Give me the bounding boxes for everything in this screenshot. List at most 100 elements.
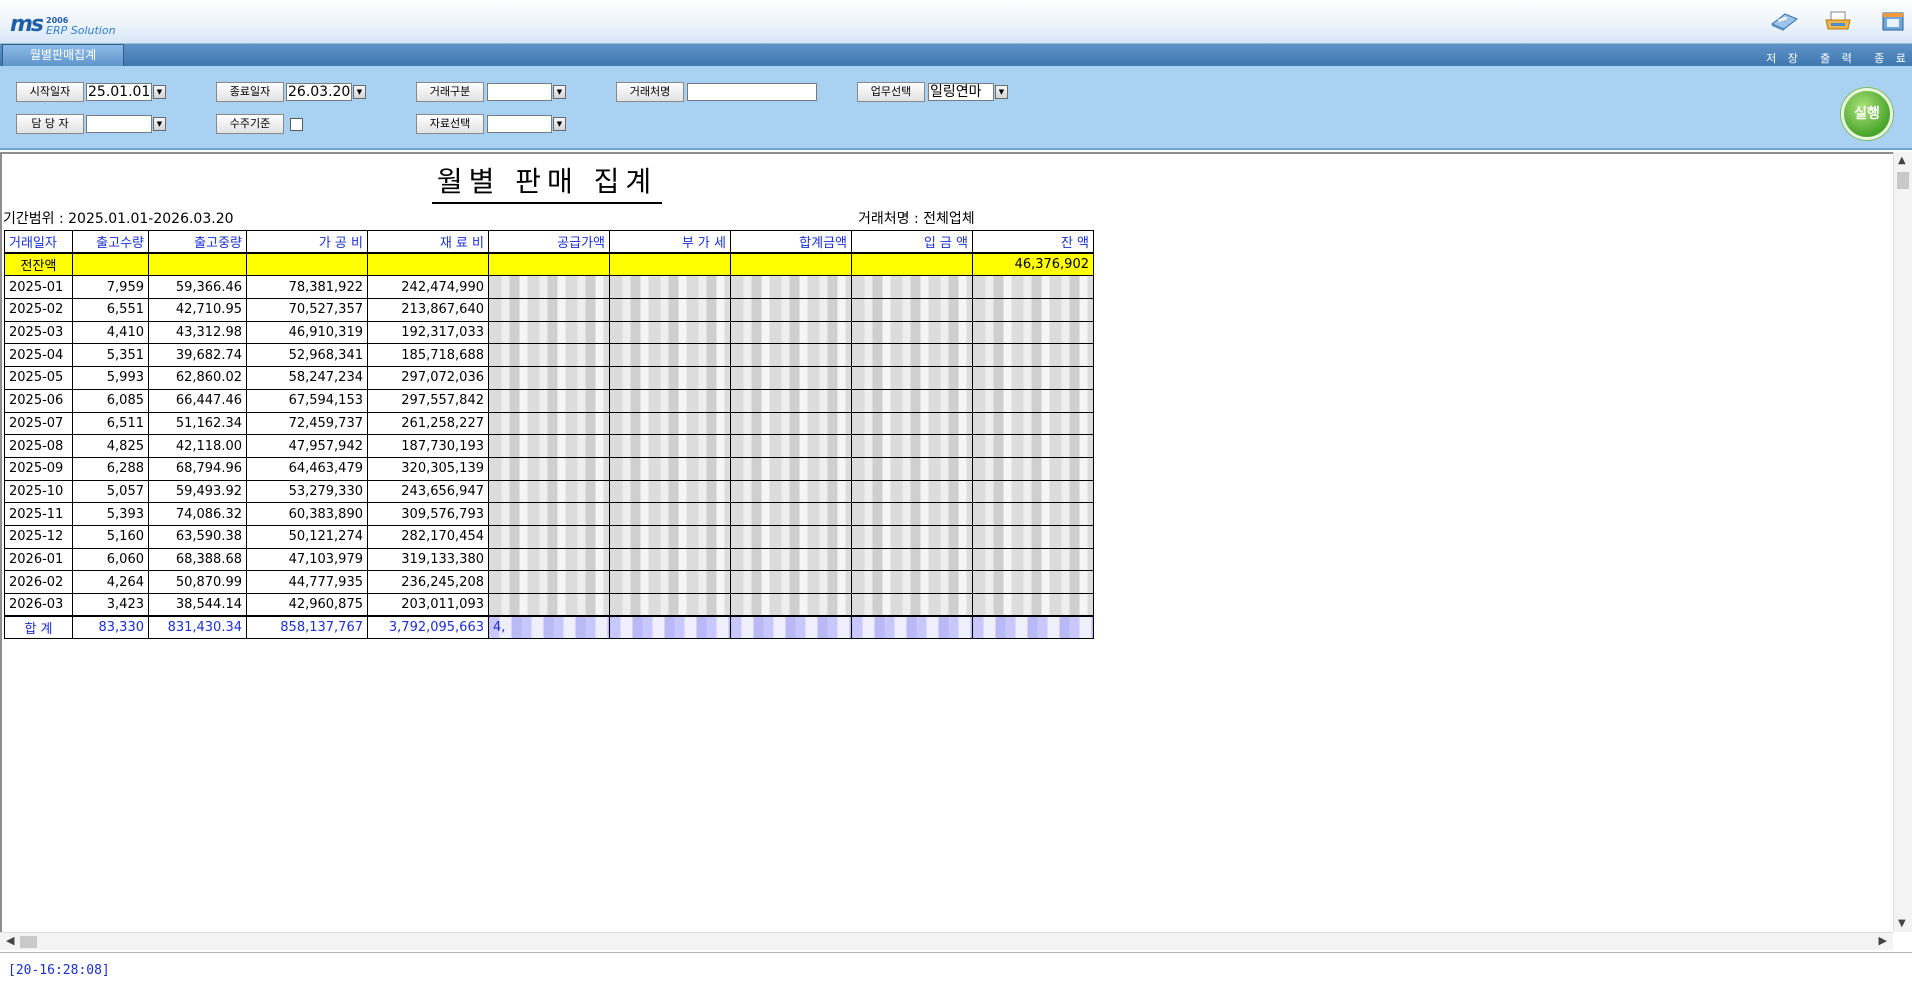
business-label[interactable]: 업무선택: [857, 82, 925, 102]
row-date: 2025-04: [4, 343, 73, 368]
row-mat: 243,656,947: [367, 479, 489, 504]
horizontal-scrollbar[interactable]: ◀ ▶: [0, 932, 1893, 950]
table-row: 2025-08 4,825 42,118.00 47,957,942 187,730,1…: [4, 434, 1094, 458]
column-header: 부 가 세: [609, 230, 731, 255]
business-dropdown-icon[interactable]: ▼: [995, 85, 1008, 99]
trade-type-select[interactable]: [487, 83, 552, 101]
opening-balance-row: 전잔액 46,376,902: [4, 252, 1094, 277]
total-weight: 831,430.34: [148, 615, 247, 640]
horizontal-scroll-thumb[interactable]: [20, 936, 37, 948]
save-button-label: 저 장: [1766, 52, 1802, 65]
table-row: 2025-03 4,410 43,312.98 46,910,319 192,317,0…: [4, 320, 1094, 345]
row-date: 2025-03: [4, 320, 73, 345]
row-weight: 51,162.34: [148, 411, 247, 436]
masked-cell: [851, 524, 973, 549]
vertical-scroll-thumb[interactable]: [1897, 172, 1909, 189]
row-proc: 50,121,274: [246, 524, 368, 549]
row-weight: 59,366.46: [148, 275, 247, 300]
save-button[interactable]: 저 장: [1754, 10, 1814, 65]
masked-cell: [488, 593, 610, 617]
masked-cell: [972, 524, 1094, 549]
masked-cell: [488, 388, 610, 413]
row-weight: 66,447.46: [148, 388, 247, 413]
masked-cell: [488, 320, 610, 345]
masked-cell: [730, 524, 852, 549]
row-qty: 5,160: [72, 524, 149, 549]
column-header: 공급가액: [488, 230, 610, 255]
row-weight: 39,682.74: [148, 343, 247, 368]
masked-cell: [730, 615, 852, 640]
order-basis-label[interactable]: 수주기준: [216, 114, 284, 134]
masked-cell: [730, 479, 852, 504]
masked-cell: [488, 434, 610, 458]
row-weight: 68,388.68: [148, 547, 247, 572]
trade-type-dropdown-icon[interactable]: ▼: [553, 85, 566, 99]
trade-type-label[interactable]: 거래구분: [416, 82, 484, 102]
table-row: 2025-10 5,057 59,493.92 53,279,330 243,656,9…: [4, 479, 1094, 504]
row-mat: 261,258,227: [367, 411, 489, 436]
masked-cell: [851, 479, 973, 504]
start-date-input[interactable]: 25.01.01: [86, 83, 152, 101]
row-date: 2025-02: [4, 298, 73, 322]
column-header: 입 금 액: [851, 230, 973, 255]
row-proc: 42,960,875: [246, 593, 368, 617]
masked-cell: [609, 570, 731, 594]
row-weight: 43,312.98: [148, 320, 247, 345]
start-date-label[interactable]: 시작일자: [16, 82, 84, 102]
data-select-select[interactable]: [487, 115, 552, 133]
data-select-dropdown-icon[interactable]: ▼: [553, 117, 566, 131]
end-date-dropdown-icon[interactable]: ▼: [353, 85, 366, 99]
row-mat: 185,718,688: [367, 343, 489, 368]
row-proc: 58,247,234: [246, 366, 368, 390]
masked-cell: [851, 298, 973, 322]
row-weight: 62,860.02: [148, 366, 247, 390]
column-header: 합계금액: [730, 230, 852, 255]
status-message: [20-16:28:08]: [8, 963, 110, 978]
manager-select[interactable]: [86, 115, 152, 133]
run-button[interactable]: 실행: [1841, 88, 1893, 140]
menu-bar: 월별판매집계: [0, 44, 1912, 66]
manager-label[interactable]: 담 당 자: [16, 114, 84, 134]
masked-cell: [488, 343, 610, 368]
customer-input[interactable]: [687, 83, 817, 101]
start-date-dropdown-icon[interactable]: ▼: [153, 85, 166, 99]
table-row: 2025-01 7,959 59,366.46 78,381,922 242,474,9…: [4, 275, 1094, 300]
tab-monthly-sales-summary[interactable]: 월별판매집계: [2, 44, 124, 66]
row-weight: 42,118.00: [148, 434, 247, 458]
masked-cell: [851, 547, 973, 572]
end-date-input[interactable]: 26.03.20: [286, 83, 352, 101]
exit-button[interactable]: 종 료: [1862, 10, 1912, 65]
end-date-label[interactable]: 종료일자: [216, 82, 284, 102]
total-qty: 83,330: [72, 615, 149, 640]
masked-cell: [730, 388, 852, 413]
row-qty: 5,057: [72, 479, 149, 504]
save-icon: [1769, 10, 1799, 32]
scroll-down-icon[interactable]: ▼: [1898, 918, 1906, 929]
customer-label[interactable]: 거래처명: [616, 82, 684, 102]
table-row: 2026-02 4,264 50,870.99 44,777,935 236,245,2…: [4, 570, 1094, 594]
scroll-left-icon[interactable]: ◀: [6, 934, 14, 947]
masked-cell: [972, 547, 1094, 572]
row-date: 2025-07: [4, 411, 73, 436]
data-select-label[interactable]: 자료선택: [416, 114, 484, 134]
table-row: 2026-01 6,060 68,388.68 47,103,979 319,133,3…: [4, 547, 1094, 572]
row-date: 2025-10: [4, 479, 73, 504]
print-button-label: 출 력: [1820, 52, 1856, 65]
report-title: 월별 판매 집계: [432, 160, 662, 204]
order-basis-checkbox[interactable]: [290, 118, 303, 131]
table-row: 2025-12 5,160 63,590.38 50,121,274 282,170,4…: [4, 524, 1094, 549]
print-button[interactable]: 출 력: [1808, 10, 1868, 65]
masked-cell: [609, 434, 731, 458]
masked-cell: [972, 343, 1094, 368]
masked-cell: [851, 570, 973, 594]
scroll-up-icon[interactable]: ▲: [1898, 155, 1906, 166]
business-select[interactable]: 일링연마: [928, 83, 994, 101]
masked-cell: [972, 479, 1094, 504]
row-qty: 3,423: [72, 593, 149, 617]
manager-dropdown-icon[interactable]: ▼: [153, 117, 166, 131]
masked-cell: [851, 366, 973, 390]
vertical-scrollbar[interactable]: ▲ ▼: [1893, 152, 1912, 932]
masked-cell: [730, 343, 852, 368]
scroll-right-icon[interactable]: ▶: [1879, 934, 1887, 947]
row-proc: 78,381,922: [246, 275, 368, 300]
